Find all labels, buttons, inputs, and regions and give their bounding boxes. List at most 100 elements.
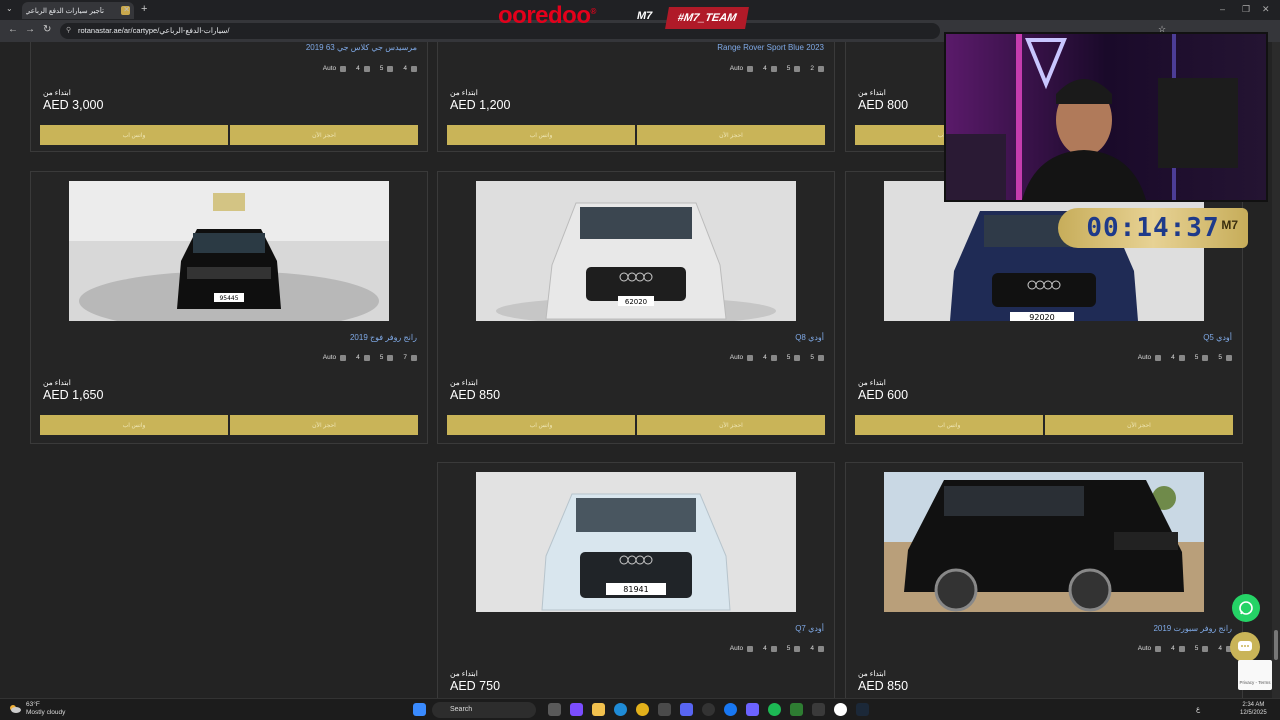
book-button[interactable]: احجز الآن xyxy=(230,125,418,145)
door-icon xyxy=(770,354,777,361)
door-icon xyxy=(363,65,370,72)
car-price: AED 800 xyxy=(858,98,909,112)
discord-icon[interactable] xyxy=(680,703,693,716)
seat-icon xyxy=(411,65,417,72)
recaptcha-text: Privacy - Terms xyxy=(1239,680,1271,685)
timer-value: 00:14:37 xyxy=(1086,213,1220,243)
store-icon[interactable] xyxy=(658,703,671,716)
m7-logo: M7 xyxy=(637,10,653,22)
site-info-icon[interactable]: ⚲ xyxy=(66,26,71,34)
weather-temp: 63°F xyxy=(26,701,40,708)
weather-condition: Mostly cloudy xyxy=(26,709,66,716)
minimize-icon[interactable]: – xyxy=(1220,4,1225,14)
whatsapp-button[interactable]: واتس اب xyxy=(447,125,635,145)
car-specs: Auto 4 5 2 xyxy=(730,65,824,72)
spec-doors: 4 xyxy=(763,65,767,72)
book-button[interactable]: احجز الآن xyxy=(637,125,825,145)
spec-transmission: Auto xyxy=(729,354,744,361)
spec-transmission: Auto xyxy=(1137,354,1152,361)
app-icon[interactable] xyxy=(746,703,759,716)
copilot-icon[interactable] xyxy=(570,703,583,716)
spec-seats: 7 xyxy=(403,354,407,361)
car-card: رانج روفر سبورت 2019 Auto 4 5 4 ابتداء م… xyxy=(845,462,1243,698)
page-scrollbar[interactable] xyxy=(1272,42,1280,698)
clock-date: 12/5/2025 xyxy=(1240,710,1267,716)
car-name[interactable]: أودي Q8 xyxy=(795,333,824,342)
bag-icon xyxy=(794,645,801,652)
car-price: AED 600 xyxy=(858,388,909,402)
spec-transmission: Auto xyxy=(729,645,744,652)
url-site: rotanastar.ae xyxy=(78,26,122,35)
scrollbar-thumb[interactable] xyxy=(1274,630,1278,660)
task-view-icon[interactable] xyxy=(548,703,561,716)
price-from-label: ابتداء من xyxy=(43,88,71,97)
app-icon[interactable] xyxy=(834,703,847,716)
cloud-icon xyxy=(10,705,21,713)
system-clock[interactable]: 2:34 AM 12/5/2025 xyxy=(1240,701,1267,717)
bag-icon xyxy=(1202,645,1209,652)
tab-close-icon[interactable]: ✕ xyxy=(123,5,130,14)
license-plate: 62020 xyxy=(625,298,647,306)
taskbar-search[interactable]: Search xyxy=(432,702,536,718)
license-plate: 92020 xyxy=(1029,313,1054,321)
car-price: AED 850 xyxy=(858,679,909,693)
weather-widget[interactable]: 63°F Mostly cloudy xyxy=(8,701,65,717)
bag-icon xyxy=(794,65,801,72)
spec-doors: 4 xyxy=(1171,354,1175,361)
car-name[interactable]: رانج روفر فوج 2019 xyxy=(350,333,417,342)
m7-mark-icon: M7 xyxy=(1221,218,1238,232)
input-language[interactable]: ع xyxy=(1196,705,1200,713)
chrome-icon[interactable] xyxy=(636,703,649,716)
app-icon[interactable] xyxy=(702,703,715,716)
whatsapp-button[interactable]: واتس اب xyxy=(40,415,228,435)
terminal-icon[interactable] xyxy=(790,703,803,716)
browser-tab[interactable]: تأجير سيارات الدفع الرباعي في د.. ✕ xyxy=(22,2,134,19)
door-icon xyxy=(770,645,777,652)
book-button[interactable]: احجز الآن xyxy=(230,415,418,435)
car-card: Range Rover Sport Blue 2023 Auto 4 5 2 ا… xyxy=(437,42,835,152)
whatsapp-button[interactable]: واتس اب xyxy=(40,125,228,145)
edge-icon[interactable] xyxy=(614,703,627,716)
stream-timer: 00:14:37 M7 xyxy=(1058,208,1248,248)
door-icon xyxy=(1178,354,1185,361)
forward-icon[interactable]: → xyxy=(25,24,35,35)
book-button[interactable]: احجز الآن xyxy=(637,415,825,435)
spotify-icon[interactable] xyxy=(768,703,781,716)
steam-icon[interactable] xyxy=(856,703,869,716)
price-from-label: ابتداء من xyxy=(450,378,478,387)
recaptcha-badge[interactable]: Privacy - Terms xyxy=(1238,660,1272,690)
car-name[interactable]: أودي Q7 xyxy=(795,624,824,633)
car-photo[interactable]: 62020 xyxy=(476,181,796,321)
close-window-icon[interactable]: ✕ xyxy=(1262,4,1270,15)
spec-seats: 4 xyxy=(403,65,407,72)
car-photo[interactable]: 81941 xyxy=(476,472,796,612)
spec-seats: 5 xyxy=(810,354,814,361)
book-button[interactable]: احجز الآن xyxy=(1045,415,1233,435)
car-photo[interactable] xyxy=(884,472,1204,612)
spec-transmission: Auto xyxy=(322,65,337,72)
chat-float-button[interactable] xyxy=(1230,632,1260,662)
obs-icon[interactable] xyxy=(812,703,825,716)
new-tab-button[interactable]: + xyxy=(141,3,147,15)
back-icon[interactable]: ← xyxy=(8,24,18,35)
clock-time: 2:34 AM xyxy=(1242,702,1265,708)
reload-icon[interactable]: ↻ xyxy=(43,24,51,35)
car-price: AED 750 xyxy=(450,679,501,693)
maximize-icon[interactable]: ❐ xyxy=(1242,4,1250,15)
webcam-overlay xyxy=(944,32,1268,202)
car-photo[interactable]: 92020 xyxy=(884,181,1204,321)
start-button-icon[interactable] xyxy=(413,703,426,716)
seat-icon xyxy=(1226,354,1232,361)
car-price: AED 1,200 xyxy=(450,98,511,112)
facebook-icon[interactable] xyxy=(724,703,737,716)
car-name[interactable]: مرسيدس جي كلاس جي 63 2019 xyxy=(306,43,417,52)
file-explorer-icon[interactable] xyxy=(592,703,605,716)
car-photo[interactable]: 95445 xyxy=(69,181,389,321)
car-name[interactable]: رانج روفر سبورت 2019 xyxy=(1153,624,1232,633)
whatsapp-button[interactable]: واتس اب xyxy=(447,415,635,435)
whatsapp-float-button[interactable] xyxy=(1232,594,1260,622)
tab-search-icon[interactable]: ⌄ xyxy=(6,4,13,13)
car-name[interactable]: Range Rover Sport Blue 2023 xyxy=(717,43,824,52)
whatsapp-button[interactable]: واتس اب xyxy=(855,415,1043,435)
car-name[interactable]: أودي Q5 xyxy=(1203,333,1232,342)
